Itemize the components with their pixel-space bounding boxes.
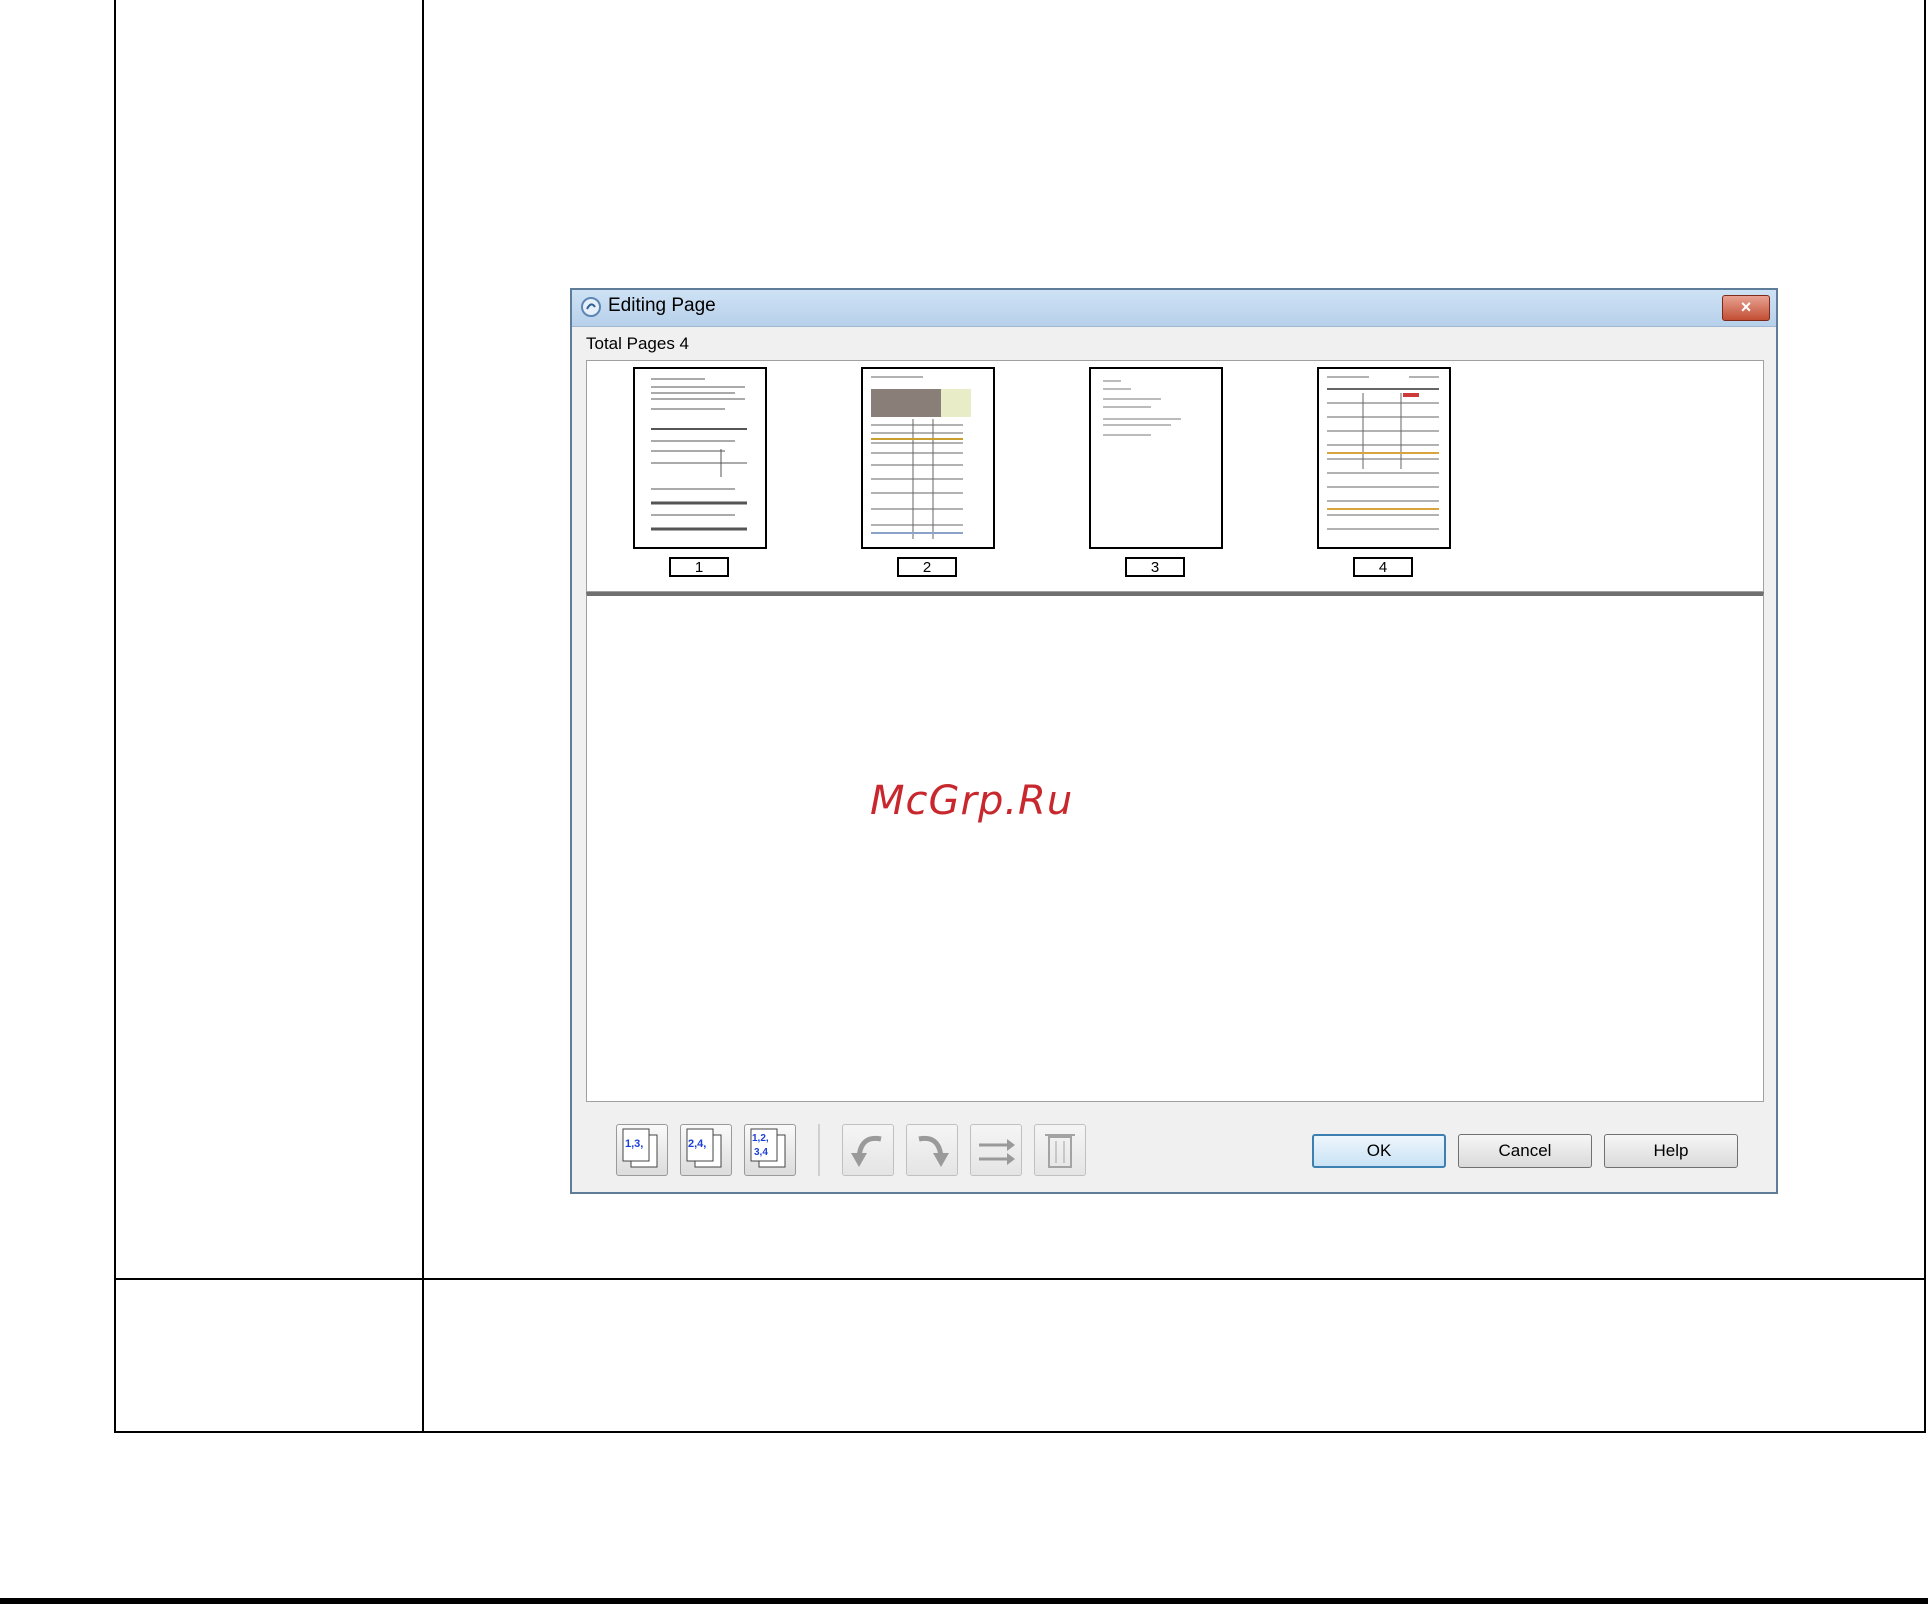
- page-content-icon: [1103, 380, 1181, 436]
- page-thumbnail-3[interactable]: [1089, 367, 1223, 549]
- delete-button[interactable]: [1034, 1124, 1086, 1176]
- page-footer-rule: [0, 1598, 1928, 1604]
- dialog-titlebar: Editing Page ×: [572, 290, 1776, 327]
- rotate-right-button[interactable]: [906, 1124, 958, 1176]
- page-order-icon: [979, 1139, 1015, 1165]
- svg-text:1,3,: 1,3,: [625, 1138, 643, 1150]
- all-pages-button[interactable]: 1,2, 3,4: [744, 1124, 796, 1176]
- table-column-divider: [422, 0, 424, 1433]
- app-icon: [581, 297, 601, 317]
- close-button[interactable]: ×: [1722, 295, 1770, 321]
- toolbar-separator: [818, 1124, 820, 1176]
- table-row-divider: [114, 1278, 1926, 1280]
- page-content-icon: [871, 376, 971, 539]
- page-number-3: 3: [1125, 557, 1185, 577]
- thumbnail-strip: 1 2 3 4: [586, 360, 1764, 592]
- page-content-icon: [651, 378, 747, 531]
- page-content-icon: [1327, 376, 1439, 530]
- odd-pages-button[interactable]: 1,3,: [616, 1124, 668, 1176]
- ok-button[interactable]: OK: [1312, 1134, 1446, 1168]
- all-pages-icon: 1,2, 3,4: [750, 1128, 786, 1168]
- page-thumbnail-1[interactable]: [633, 367, 767, 549]
- svg-text:1,2,: 1,2,: [752, 1133, 769, 1144]
- page-number-4: 4: [1353, 557, 1413, 577]
- cancel-button[interactable]: Cancel: [1458, 1134, 1592, 1168]
- page-thumbnail-2[interactable]: [861, 367, 995, 549]
- page-number-1: 1: [669, 557, 729, 577]
- odd-pages-icon: 1,3,: [622, 1128, 658, 1168]
- page-order-button[interactable]: [970, 1124, 1022, 1176]
- page-number-2: 2: [897, 557, 957, 577]
- rotate-right-icon: [918, 1135, 949, 1167]
- editing-page-dialog: Editing Page × Total Pages 4 1 2 3 4 1,3…: [570, 288, 1778, 1194]
- svg-text:3,4: 3,4: [754, 1147, 768, 1158]
- total-pages-label: Total Pages 4: [586, 334, 690, 353]
- dialog-title: Editing Page: [608, 295, 716, 316]
- watermark-text: McGrp.Ru: [870, 778, 1074, 824]
- page-preview-area: [586, 592, 1764, 1102]
- page-thumbnail-4[interactable]: [1317, 367, 1451, 549]
- svg-text:2,4,: 2,4,: [688, 1138, 706, 1150]
- even-pages-icon: 2,4,: [686, 1128, 722, 1168]
- even-pages-button[interactable]: 2,4,: [680, 1124, 732, 1176]
- rotate-left-button[interactable]: [842, 1124, 894, 1176]
- dialog-toolbar: 1,3, 2,4, 1,2, 3,4 OK Cancel Help: [586, 1104, 1764, 1188]
- help-button[interactable]: Help: [1604, 1134, 1738, 1168]
- rotate-left-icon: [851, 1135, 882, 1167]
- delete-icon: [1045, 1134, 1075, 1168]
